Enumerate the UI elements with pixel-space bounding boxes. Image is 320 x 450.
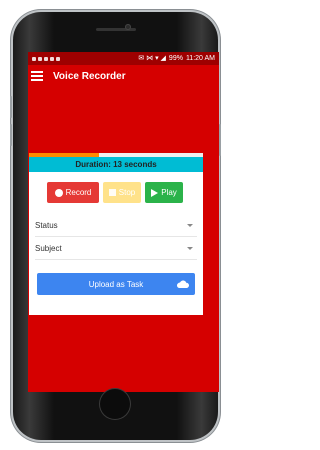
phone-side-button [219,124,221,156]
status-label: Status [35,220,58,230]
recorder-card: Duration: 13 seconds Record Stop Play St… [29,157,203,315]
upload-as-task-button[interactable]: Upload as Task [37,273,195,295]
play-triangle-icon [151,188,159,197]
notification-icons [32,56,60,61]
time-text: 11:20 AM [185,55,215,62]
phone-frame: ✉ ⋈ ▾ ◢ 99% 11:20 AM Voice Recorder Dura… [10,12,221,440]
record-button-label: Record [65,188,92,197]
subject-dropdown[interactable]: Subject [35,237,197,260]
stop-square-icon [108,189,116,196]
record-dot-icon [54,188,63,197]
phone-camera [125,24,131,30]
phone-home-button[interactable] [100,389,130,419]
recorder-controls: Record Stop Play [29,172,203,203]
play-button-label: Play [161,188,177,197]
duration-bar: Duration: 13 seconds [29,157,203,172]
stop-button-label: Stop [118,188,136,197]
battery-text: 99% [168,55,183,62]
dropdown-caret-icon [187,224,193,227]
app-toolbar: Voice Recorder [28,65,219,87]
record-button[interactable]: Record [47,182,99,203]
status-dropdown[interactable]: Status [35,214,197,237]
upload-button-label: Upload as Task [88,279,144,289]
phone-side-button [10,96,12,118]
stop-button[interactable]: Stop [103,182,141,203]
app-title: Voice Recorder [53,70,126,82]
phone-side-button [10,124,12,146]
status-right: ✉ ⋈ ▾ ◢ 99% 11:20 AM [138,52,215,65]
dropdown-caret-icon [187,247,193,250]
status-bar: ✉ ⋈ ▾ ◢ 99% 11:20 AM [28,52,219,65]
form-fields: Status Subject [29,214,203,260]
menu-icon[interactable] [31,71,43,81]
signal-icons: ✉ ⋈ ▾ ◢ [138,55,166,62]
cloud-icon [177,280,189,288]
play-button[interactable]: Play [145,182,183,203]
subject-label: Subject [35,243,62,253]
